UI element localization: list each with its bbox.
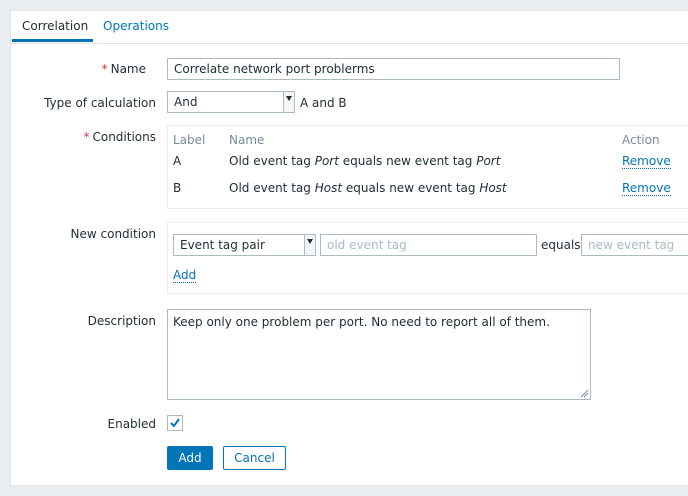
new-condition-box <box>167 222 688 294</box>
chevron-down-icon <box>307 239 313 244</box>
new-event-tag-input[interactable]: new event tag <box>581 234 688 256</box>
chevron-down-icon <box>286 96 292 101</box>
condition-b-remove-link[interactable]: Remove <box>622 181 671 196</box>
resize-handle-icon[interactable] <box>580 389 589 398</box>
enabled-checkbox[interactable] <box>167 415 183 431</box>
select-button <box>283 92 294 112</box>
condition-type-select[interactable]: Event tag pair <box>173 234 316 256</box>
cancel-button[interactable]: Cancel <box>223 446 286 470</box>
name-label: * Name <box>101 62 146 76</box>
conditions-header-label: Label <box>173 133 206 147</box>
add-button[interactable]: Add <box>167 446 213 470</box>
name-input[interactable]: Correlate network port problerms <box>167 58 620 80</box>
check-icon <box>170 418 180 428</box>
conditions-header-name: Name <box>229 133 265 147</box>
equals-text: equals <box>541 238 581 252</box>
condition-b-name: Old event tag Host equals new event tag … <box>229 181 507 195</box>
type-of-calculation-label: Type of calculation <box>44 96 156 110</box>
tab-bar: Correlation Operations <box>11 11 688 44</box>
tab-correlation[interactable]: Correlation <box>12 11 93 42</box>
condition-a-remove-link[interactable]: Remove <box>622 154 671 169</box>
condition-a-name: Old event tag Port equals new event tag … <box>229 154 501 168</box>
description-textarea[interactable]: Keep only one problem per port. No need … <box>167 309 591 400</box>
enabled-label: Enabled <box>107 417 157 431</box>
select-button <box>304 235 315 255</box>
old-event-tag-input[interactable]: old event tag <box>320 234 537 256</box>
tab-operations[interactable]: Operations <box>93 11 179 42</box>
condition-b-label: B <box>173 181 182 195</box>
new-condition-label: New condition <box>70 227 156 241</box>
conditions-label: * Conditions <box>83 130 156 144</box>
condition-a-label: A <box>173 154 182 168</box>
add-condition-link[interactable]: Add <box>173 268 197 283</box>
description-label: Description <box>87 314 156 328</box>
conditions-header-action: Action <box>622 133 660 147</box>
calculation-select[interactable]: And <box>167 91 295 113</box>
calculation-formula: A and B <box>300 96 347 110</box>
